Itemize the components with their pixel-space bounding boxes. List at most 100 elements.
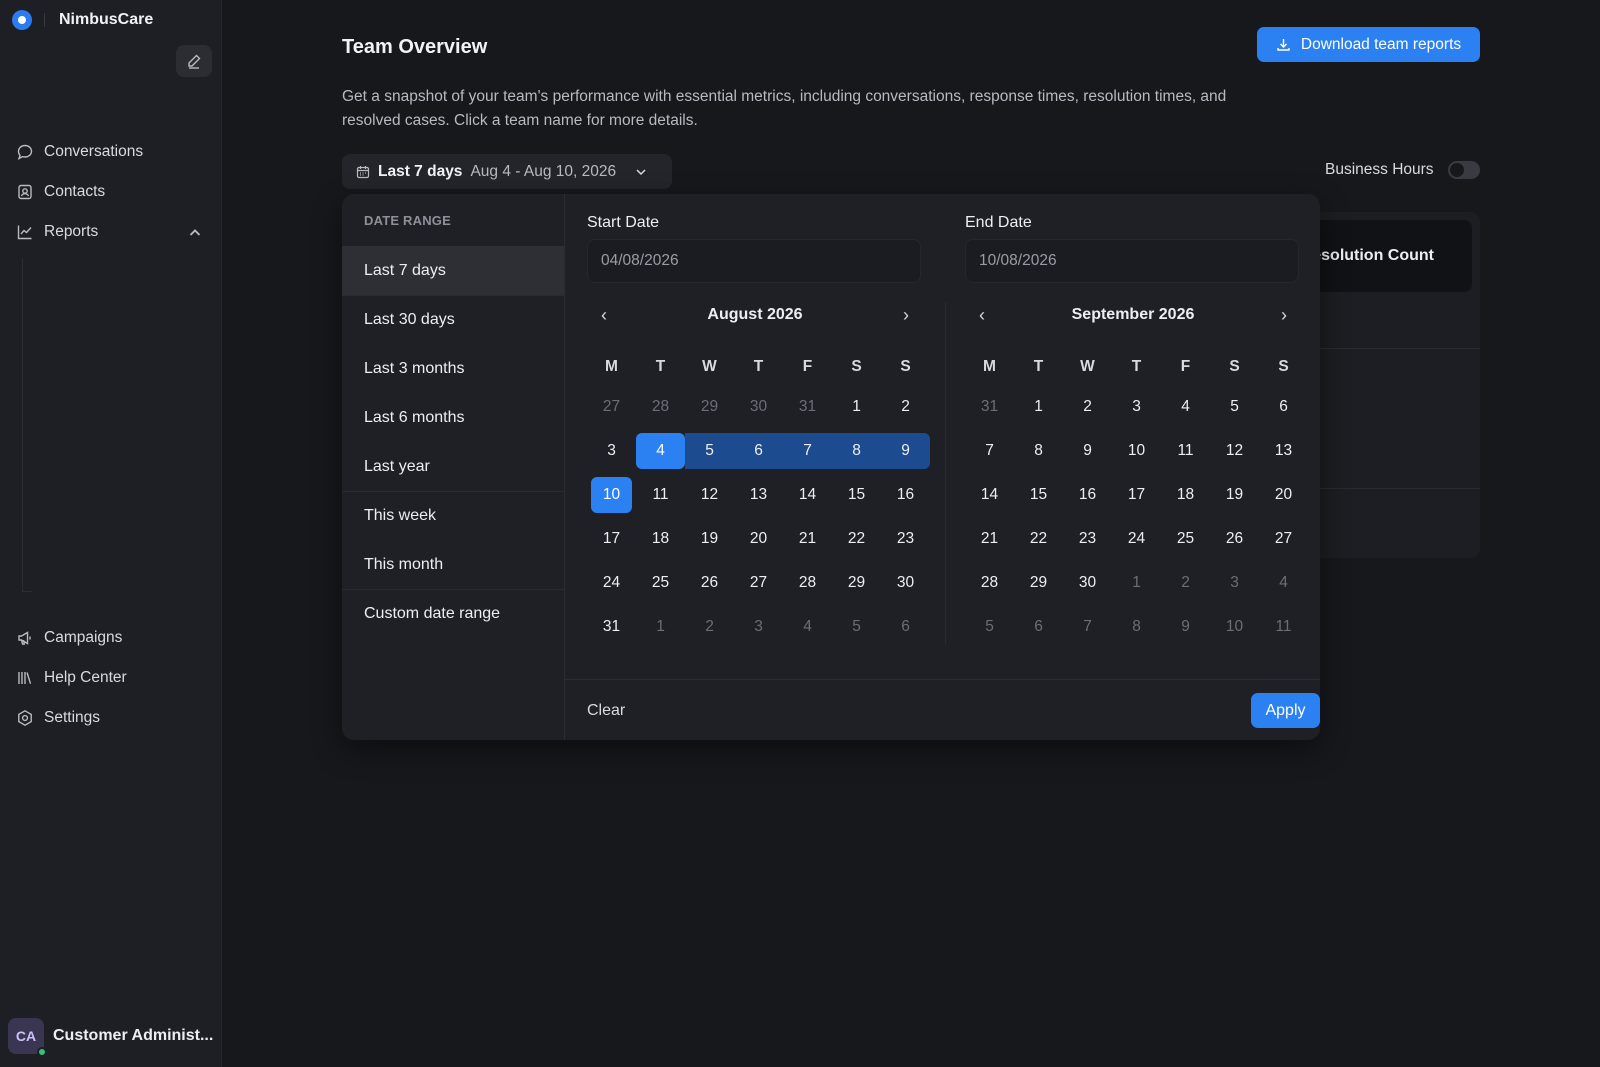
calendar-day[interactable]: 27 xyxy=(1259,521,1308,557)
calendar-day[interactable]: 26 xyxy=(1210,521,1259,557)
calendar-day[interactable]: 22 xyxy=(1014,521,1063,557)
preset-item[interactable]: This week xyxy=(342,491,564,540)
calendar-day[interactable]: 8 xyxy=(1112,609,1161,645)
calendar-day[interactable]: 23 xyxy=(1063,521,1112,557)
calendar-day[interactable]: 9 xyxy=(881,433,930,469)
sidebar-item-campaigns[interactable]: Campaigns xyxy=(0,618,222,658)
calendar-day[interactable]: 29 xyxy=(832,565,881,601)
clear-button[interactable]: Clear xyxy=(587,702,625,720)
calendar-day[interactable]: 11 xyxy=(1259,609,1308,645)
sidebar-item-reports[interactable]: Reports xyxy=(0,212,222,252)
calendar-day[interactable]: 7 xyxy=(783,433,832,469)
calendar-day[interactable]: 14 xyxy=(783,477,832,513)
calendar-day[interactable]: 2 xyxy=(1161,565,1210,601)
calendar-day[interactable]: 15 xyxy=(832,477,881,513)
calendar-day[interactable]: 5 xyxy=(1210,389,1259,425)
calendar-day[interactable]: 27 xyxy=(734,565,783,601)
start-date-input[interactable] xyxy=(587,239,921,283)
preset-item[interactable]: Last 30 days xyxy=(342,295,564,344)
calendar-day[interactable]: 1 xyxy=(1014,389,1063,425)
calendar-day[interactable]: 30 xyxy=(1063,565,1112,601)
date-range-trigger[interactable]: Last 7 days Aug 4 - Aug 10, 2026 xyxy=(342,154,672,189)
calendar-day[interactable]: 1 xyxy=(636,609,685,645)
chevron-right-icon[interactable]: › xyxy=(1275,305,1293,325)
calendar-day[interactable]: 6 xyxy=(1259,389,1308,425)
calendar-day[interactable]: 15 xyxy=(1014,477,1063,513)
calendar-day[interactable]: 20 xyxy=(1259,477,1308,513)
calendar-day[interactable]: 29 xyxy=(1014,565,1063,601)
business-hours-toggle[interactable] xyxy=(1447,161,1480,179)
calendar-day[interactable]: 25 xyxy=(1161,521,1210,557)
calendar-day[interactable]: 4 xyxy=(1161,389,1210,425)
calendar-day[interactable]: 30 xyxy=(734,389,783,425)
brand[interactable]: NimbusCare xyxy=(12,8,153,32)
apply-button[interactable]: Apply xyxy=(1251,693,1320,728)
calendar-day[interactable]: 4 xyxy=(783,609,832,645)
preset-item[interactable]: This month xyxy=(342,540,564,589)
preset-item[interactable]: Last 3 months xyxy=(342,344,564,393)
calendar-day[interactable]: 30 xyxy=(881,565,930,601)
calendar-day[interactable]: 10 xyxy=(1112,433,1161,469)
calendar-day[interactable]: 3 xyxy=(734,609,783,645)
calendar-day[interactable]: 28 xyxy=(783,565,832,601)
calendar-day[interactable]: 28 xyxy=(636,389,685,425)
calendar-day[interactable]: 21 xyxy=(783,521,832,557)
calendar-day[interactable]: 9 xyxy=(1161,609,1210,645)
calendar-day[interactable]: 12 xyxy=(1210,433,1259,469)
calendar-day[interactable]: 29 xyxy=(685,389,734,425)
compose-button[interactable] xyxy=(176,45,212,77)
calendar-day[interactable]: 24 xyxy=(1112,521,1161,557)
calendar-day[interactable]: 10 xyxy=(591,477,632,513)
end-date-input[interactable] xyxy=(965,239,1299,283)
calendar-day[interactable]: 6 xyxy=(1014,609,1063,645)
calendar-day[interactable]: 23 xyxy=(881,521,930,557)
calendar-day[interactable]: 3 xyxy=(1112,389,1161,425)
calendar-day[interactable]: 7 xyxy=(965,433,1014,469)
preset-item[interactable]: Last year xyxy=(342,442,564,491)
calendar-day[interactable]: 28 xyxy=(965,565,1014,601)
calendar-day[interactable]: 24 xyxy=(587,565,636,601)
calendar-day[interactable]: 27 xyxy=(587,389,636,425)
calendar-day[interactable]: 19 xyxy=(1210,477,1259,513)
calendar-day[interactable]: 31 xyxy=(965,389,1014,425)
calendar-day[interactable]: 25 xyxy=(636,565,685,601)
chevron-right-icon[interactable]: › xyxy=(897,305,915,325)
calendar-day[interactable]: 20 xyxy=(734,521,783,557)
chevron-up-icon[interactable] xyxy=(186,224,204,242)
calendar-day[interactable]: 6 xyxy=(881,609,930,645)
user-profile[interactable]: CA Customer Administ... xyxy=(8,1018,213,1057)
calendar-day[interactable]: 12 xyxy=(685,477,734,513)
sidebar-item-conversations[interactable]: Conversations xyxy=(0,132,222,172)
calendar-day[interactable]: 8 xyxy=(1014,433,1063,469)
preset-item[interactable]: Last 6 months xyxy=(342,393,564,442)
calendar-day[interactable]: 7 xyxy=(1063,609,1112,645)
calendar-day[interactable]: 19 xyxy=(685,521,734,557)
calendar-day[interactable]: 10 xyxy=(1210,609,1259,645)
calendar-day[interactable]: 21 xyxy=(965,521,1014,557)
chevron-left-icon[interactable]: ‹ xyxy=(973,305,991,325)
calendar-day[interactable]: 22 xyxy=(832,521,881,557)
calendar-day[interactable]: 18 xyxy=(1161,477,1210,513)
calendar-day[interactable]: 2 xyxy=(881,389,930,425)
calendar-day[interactable]: 1 xyxy=(1112,565,1161,601)
calendar-day[interactable]: 16 xyxy=(881,477,930,513)
calendar-day[interactable]: 6 xyxy=(734,433,783,469)
calendar-day[interactable]: 31 xyxy=(587,609,636,645)
calendar-day[interactable]: 2 xyxy=(685,609,734,645)
calendar-day[interactable]: 17 xyxy=(587,521,636,557)
preset-item[interactable]: Custom date range xyxy=(342,589,564,638)
calendar-day[interactable]: 3 xyxy=(587,433,636,469)
calendar-day[interactable]: 18 xyxy=(636,521,685,557)
calendar-day[interactable]: 17 xyxy=(1112,477,1161,513)
calendar-day[interactable]: 16 xyxy=(1063,477,1112,513)
calendar-day[interactable]: 26 xyxy=(685,565,734,601)
calendar-day[interactable]: 9 xyxy=(1063,433,1112,469)
calendar-day[interactable]: 13 xyxy=(734,477,783,513)
calendar-day[interactable]: 8 xyxy=(832,433,881,469)
sidebar-item-contacts[interactable]: Contacts xyxy=(0,172,222,212)
sidebar-item-settings[interactable]: Settings xyxy=(0,698,222,738)
calendar-day[interactable]: 4 xyxy=(1259,565,1308,601)
calendar-day[interactable]: 11 xyxy=(636,477,685,513)
calendar-day[interactable]: 4 xyxy=(636,433,689,469)
chevron-left-icon[interactable]: ‹ xyxy=(595,305,613,325)
